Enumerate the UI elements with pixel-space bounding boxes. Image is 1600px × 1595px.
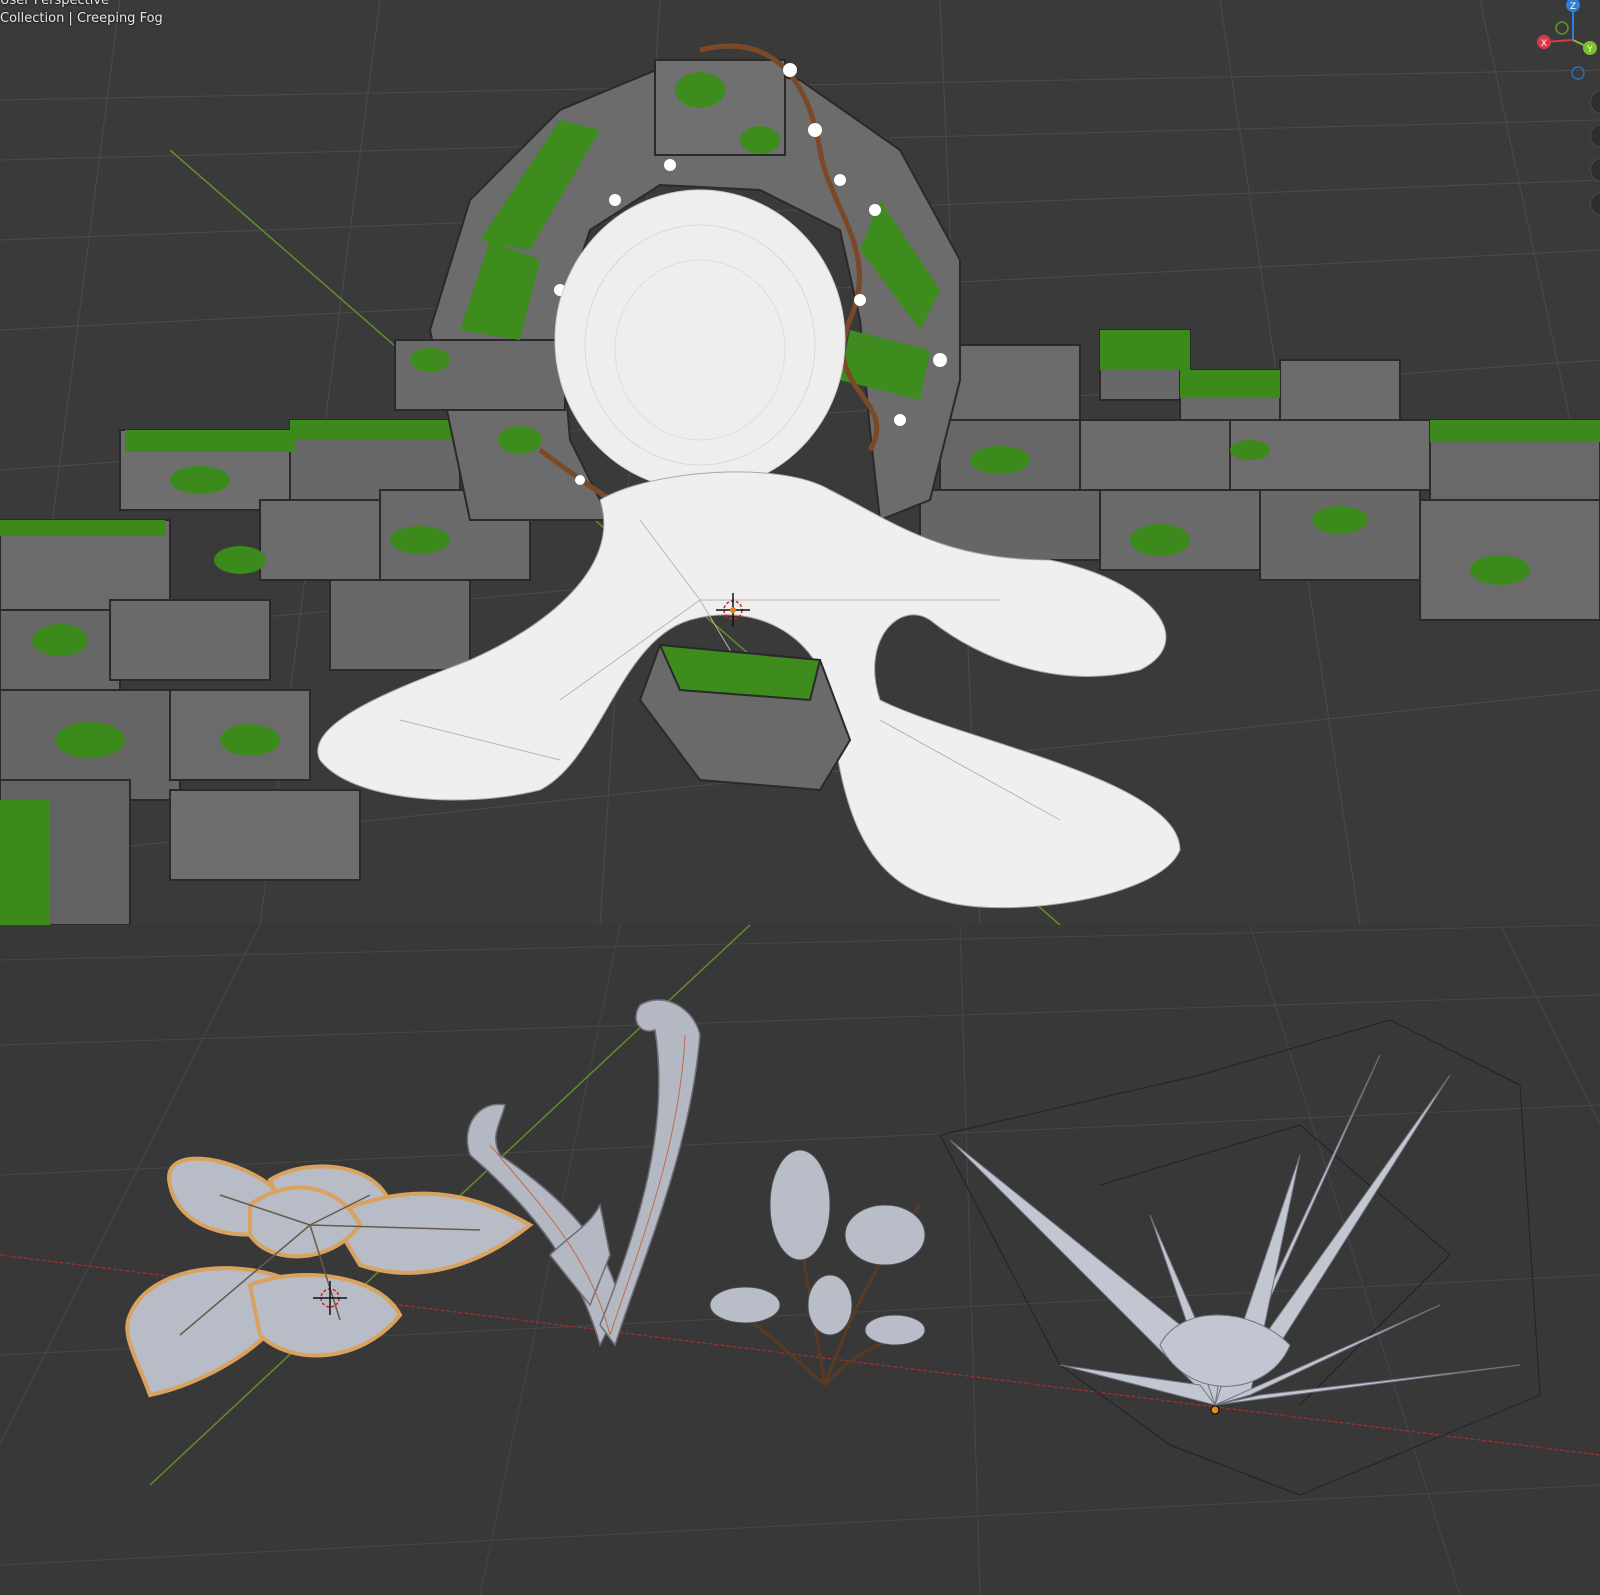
viewport-top-canvas[interactable] xyxy=(0,0,1600,925)
front-rock xyxy=(638,643,852,792)
grass-origin-point xyxy=(1210,1405,1220,1415)
gizmo-neg-y[interactable] xyxy=(1555,21,1569,35)
viewport-top[interactable]: User Perspective Collection | Creeping F… xyxy=(0,0,1600,925)
view-mode-label: User Perspective xyxy=(0,0,110,8)
viewport-bottom[interactable] xyxy=(0,925,1600,1595)
fern-fronds xyxy=(709,1149,926,1346)
portal-disc xyxy=(554,189,846,491)
spiky-grass-plant xyxy=(949,1054,1521,1406)
navigation-gizmo[interactable]: Z Y X xyxy=(1530,0,1600,85)
gizmo-neg-z[interactable] xyxy=(1571,66,1585,80)
collection-label: Collection | Creeping Fog xyxy=(0,11,163,26)
curled-fern-sprout xyxy=(466,999,701,1348)
spiky-grass-plant-wire xyxy=(939,1019,1541,1496)
gizmo-y-label: Y xyxy=(1586,45,1593,55)
viewport-bottom-canvas[interactable] xyxy=(0,925,1600,1595)
gizmo-z-label: Z xyxy=(1570,2,1576,12)
broad-leaf-plant xyxy=(125,1156,534,1398)
gizmo-x-label: X xyxy=(1541,39,1547,49)
